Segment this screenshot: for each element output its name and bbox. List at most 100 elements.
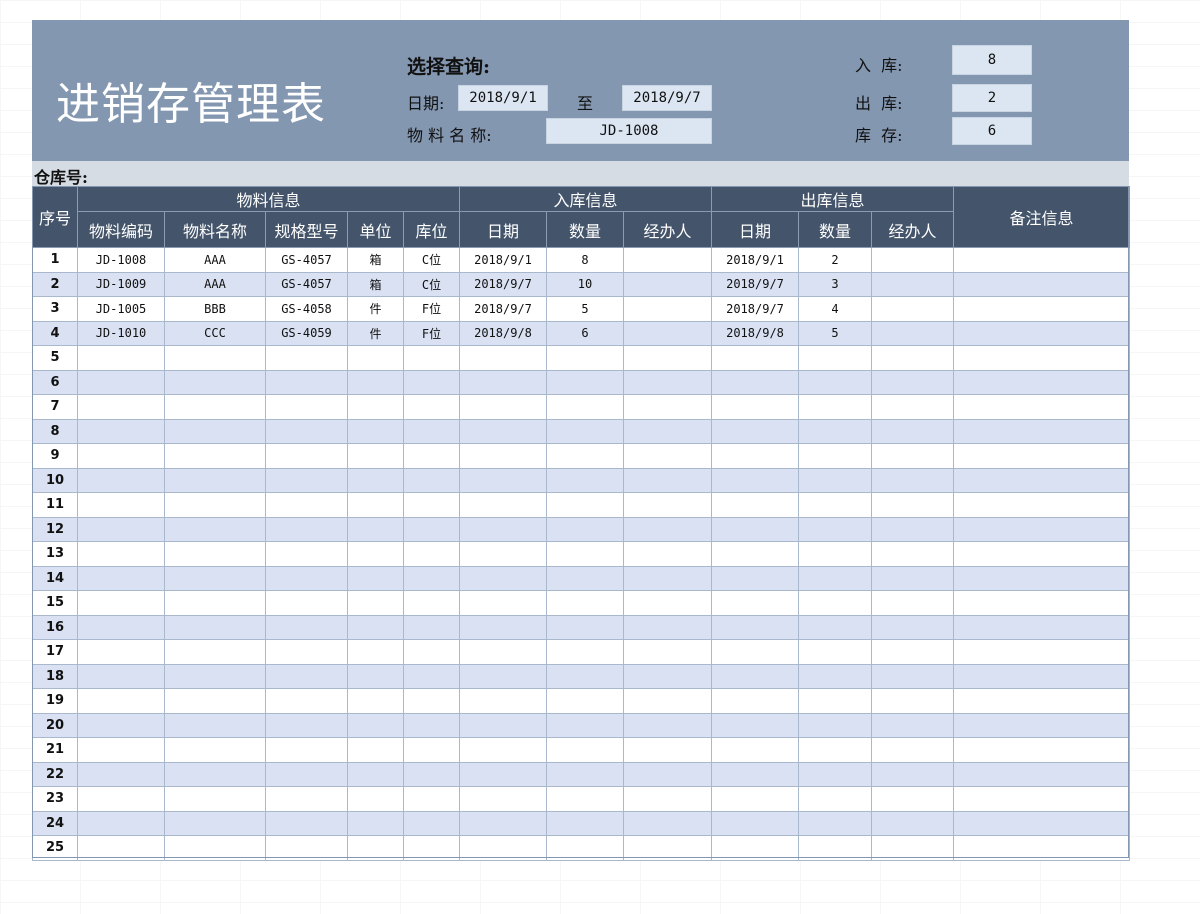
name-cell[interactable] [164, 810, 266, 836]
in-handler-cell[interactable] [623, 467, 713, 493]
in-date-cell[interactable]: 2018/9/1 [459, 247, 548, 273]
name-cell[interactable] [164, 786, 266, 812]
out-date-cell[interactable] [711, 590, 800, 616]
in-qty-cell[interactable] [546, 835, 625, 861]
in-date-cell[interactable] [459, 590, 548, 616]
out-handler-cell[interactable] [871, 369, 955, 395]
name-cell[interactable] [164, 467, 266, 493]
out-qty-cell[interactable] [798, 835, 873, 861]
location-cell[interactable] [402, 614, 461, 640]
out-qty-cell[interactable] [798, 394, 873, 420]
unit-cell[interactable] [347, 467, 404, 493]
name-cell[interactable] [164, 590, 266, 616]
out-date-cell[interactable]: 2018/9/1 [711, 247, 800, 273]
in-qty-cell[interactable] [546, 786, 625, 812]
location-cell[interactable] [402, 590, 461, 616]
in-qty-cell[interactable] [546, 467, 625, 493]
in-date-cell[interactable]: 2018/9/8 [459, 320, 548, 346]
remark-cell[interactable] [953, 590, 1131, 616]
out-qty-cell[interactable] [798, 639, 873, 665]
location-cell[interactable] [402, 835, 461, 861]
spec-cell[interactable] [265, 394, 348, 420]
code-cell[interactable] [77, 712, 165, 738]
in-handler-cell[interactable] [623, 663, 713, 689]
name-cell[interactable]: CCC [164, 320, 266, 346]
out-date-cell[interactable]: 2018/9/7 [711, 271, 800, 297]
location-cell[interactable] [402, 786, 461, 812]
out-qty-cell[interactable]: 4 [798, 296, 873, 322]
in-date-cell[interactable] [459, 688, 548, 714]
location-cell[interactable]: C位 [402, 247, 461, 273]
seq-cell[interactable]: 16 [32, 614, 78, 640]
remark-cell[interactable] [953, 688, 1131, 714]
seq-cell[interactable]: 12 [32, 516, 78, 542]
in-handler-cell[interactable] [623, 688, 713, 714]
spec-cell[interactable] [265, 663, 348, 689]
in-qty-cell[interactable]: 8 [546, 247, 625, 273]
spec-cell[interactable] [265, 467, 348, 493]
name-cell[interactable] [164, 369, 266, 395]
seq-cell[interactable]: 2 [32, 271, 78, 297]
in-qty-cell[interactable] [546, 810, 625, 836]
out-date-cell[interactable]: 2018/9/8 [711, 320, 800, 346]
code-cell[interactable] [77, 418, 165, 444]
code-cell[interactable] [77, 835, 165, 861]
name-cell[interactable] [164, 712, 266, 738]
spec-cell[interactable]: GS-4059 [265, 320, 348, 346]
seq-cell[interactable]: 15 [32, 590, 78, 616]
out-date-cell[interactable] [711, 688, 800, 714]
name-cell[interactable] [164, 663, 266, 689]
in-handler-cell[interactable] [623, 810, 713, 836]
spec-cell[interactable]: GS-4057 [265, 247, 348, 273]
location-cell[interactable] [402, 541, 461, 567]
code-cell[interactable] [77, 590, 165, 616]
in-date-cell[interactable] [459, 369, 548, 395]
location-cell[interactable] [402, 467, 461, 493]
in-handler-cell[interactable] [623, 320, 713, 346]
out-qty-cell[interactable] [798, 761, 873, 787]
remark-cell[interactable] [953, 565, 1131, 591]
out-handler-cell[interactable] [871, 835, 955, 861]
unit-cell[interactable] [347, 712, 404, 738]
spec-cell[interactable]: GS-4057 [265, 271, 348, 297]
seq-cell[interactable]: 11 [32, 492, 78, 518]
code-cell[interactable] [77, 786, 165, 812]
name-cell[interactable] [164, 345, 266, 371]
location-cell[interactable]: C位 [402, 271, 461, 297]
unit-cell[interactable] [347, 737, 404, 763]
in-handler-cell[interactable] [623, 271, 713, 297]
location-cell[interactable] [402, 443, 461, 469]
spec-cell[interactable] [265, 541, 348, 567]
out-date-cell[interactable] [711, 345, 800, 371]
out-qty-cell[interactable] [798, 443, 873, 469]
seq-cell[interactable]: 22 [32, 761, 78, 787]
out-qty-cell[interactable] [798, 418, 873, 444]
location-cell[interactable] [402, 418, 461, 444]
unit-cell[interactable] [347, 639, 404, 665]
in-qty-cell[interactable] [546, 761, 625, 787]
location-cell[interactable] [402, 516, 461, 542]
spec-cell[interactable] [265, 614, 348, 640]
out-qty-cell[interactable] [798, 516, 873, 542]
code-cell[interactable]: JD-1009 [77, 271, 165, 297]
in-date-cell[interactable] [459, 394, 548, 420]
out-date-cell[interactable]: 2018/9/7 [711, 296, 800, 322]
remark-cell[interactable] [953, 492, 1131, 518]
spec-cell[interactable] [265, 761, 348, 787]
out-handler-cell[interactable] [871, 614, 955, 640]
in-date-cell[interactable] [459, 737, 548, 763]
in-qty-cell[interactable]: 6 [546, 320, 625, 346]
location-cell[interactable] [402, 761, 461, 787]
out-handler-cell[interactable] [871, 418, 955, 444]
out-handler-cell[interactable] [871, 345, 955, 371]
out-qty-cell[interactable] [798, 467, 873, 493]
location-cell[interactable] [402, 810, 461, 836]
remark-cell[interactable] [953, 737, 1131, 763]
in-handler-cell[interactable] [623, 590, 713, 616]
seq-cell[interactable]: 14 [32, 565, 78, 591]
in-handler-cell[interactable] [623, 786, 713, 812]
in-handler-cell[interactable] [623, 418, 713, 444]
remark-cell[interactable] [953, 541, 1131, 567]
out-date-cell[interactable] [711, 369, 800, 395]
seq-cell[interactable]: 9 [32, 443, 78, 469]
